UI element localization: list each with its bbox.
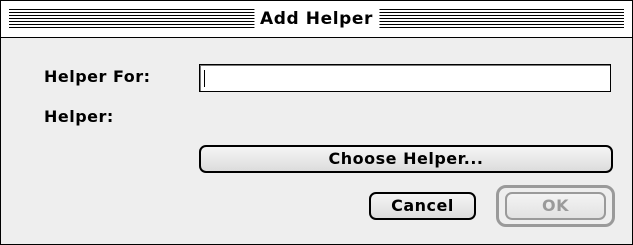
title-bar[interactable]: Add Helper [1,1,632,38]
cancel-button[interactable]: Cancel [369,192,476,220]
choose-helper-button[interactable]: Choose Helper... [199,145,613,173]
helper-for-input[interactable] [199,64,611,92]
dialog-title: Add Helper [253,7,380,31]
ok-button[interactable]: OK [505,192,606,220]
text-caret [204,70,205,87]
helper-for-label: Helper For: [44,67,151,86]
helper-label: Helper: [44,107,114,126]
add-helper-dialog: Add Helper Helper For: Helper: Choose He… [0,0,633,245]
